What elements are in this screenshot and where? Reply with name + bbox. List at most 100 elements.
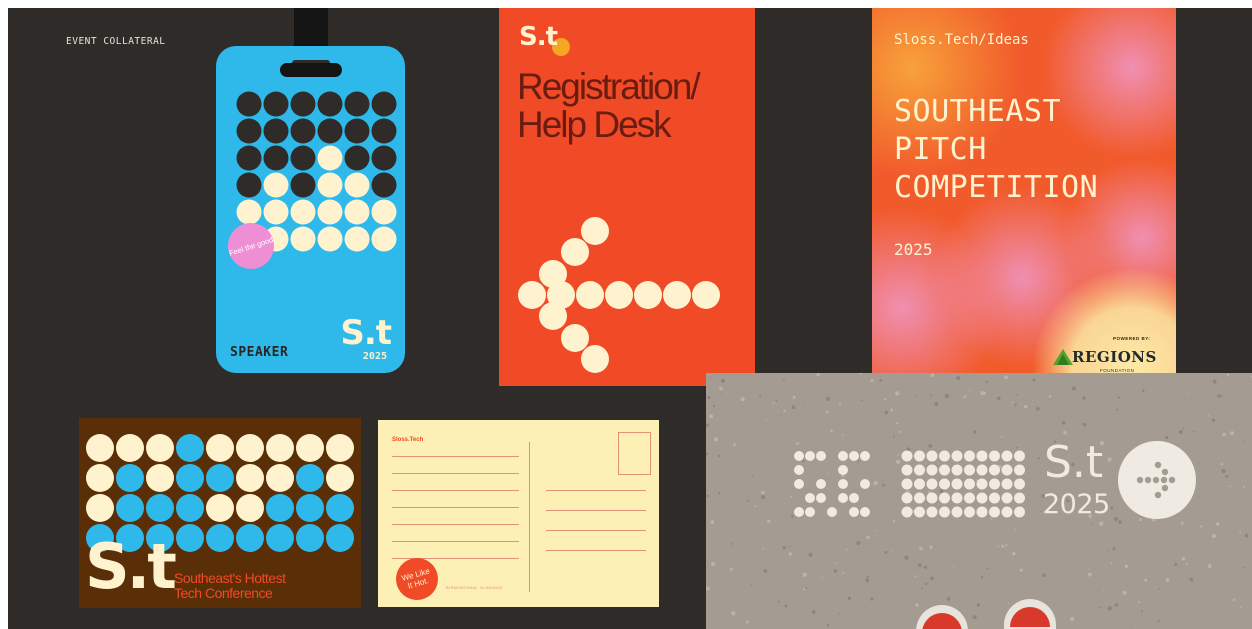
stencil-dot [901, 492, 913, 504]
stencil-dot [860, 507, 870, 517]
stencil-dot [989, 478, 1000, 490]
stencil-dot [914, 506, 925, 518]
stencil-dot [976, 478, 988, 490]
postcard-dot [296, 494, 324, 522]
stencil-dot [838, 479, 848, 489]
postcard-dot [86, 494, 114, 522]
postcard-dot [326, 524, 354, 552]
postcard-tagline: Southeast's Hottest Tech Conference [174, 571, 286, 601]
postcard-dot [86, 434, 114, 462]
stencil-dot [914, 464, 925, 476]
stencil-dot [1001, 464, 1013, 476]
stencil-dot [794, 507, 804, 517]
stencil-dot [794, 451, 804, 461]
badge-logo: S.t [340, 313, 392, 353]
postcard-dot [266, 524, 294, 552]
badge-dot [263, 172, 289, 198]
stencil-dot [964, 478, 975, 490]
stencil-dot [964, 506, 975, 518]
postcard-logo: S.t [85, 530, 177, 603]
postcard-dot [326, 434, 354, 462]
speaker-badge: Feel the good SPEAKER S.t 2025 [216, 46, 405, 373]
badge-dot [317, 199, 343, 225]
postcard-dot [266, 494, 294, 522]
section-label: EVENT COLLATERAL [66, 36, 166, 47]
badge-dot [290, 145, 316, 171]
stencil-dot [901, 506, 913, 518]
stencil-dot [805, 507, 815, 517]
stencil-dot [1001, 492, 1013, 504]
stencil-dot [951, 464, 963, 476]
badge-dot [371, 199, 397, 225]
badge-dot [371, 172, 397, 198]
badge-dot [317, 118, 343, 144]
badge-dot [290, 226, 316, 252]
tagline-line2: Tech Conference [174, 585, 273, 601]
badge-dot [344, 118, 370, 144]
stencil-dot [939, 478, 950, 490]
badge-dot [263, 145, 289, 171]
registration-poster: S.t Registration/ Help Desk [499, 8, 755, 386]
cream-postcard: Sloss.Tech We Like It Hot. BIRMINGHAM, A… [378, 420, 659, 607]
badge-dot [236, 145, 262, 171]
stencil-dot [838, 451, 848, 461]
badge-dot [236, 199, 262, 225]
stencil-dot [939, 492, 950, 504]
postcard-dot [236, 464, 264, 492]
badge-dot [371, 145, 397, 171]
badge-dot [371, 118, 397, 144]
badge-dot [344, 91, 370, 117]
badge-dot [344, 199, 370, 225]
stencil-dot [976, 464, 988, 476]
badge-dot [236, 118, 262, 144]
stencil-dot [976, 492, 988, 504]
postcard-dot [116, 434, 144, 462]
stencil-dot [1014, 450, 1025, 462]
postcard-dot [206, 494, 234, 522]
badge-dot [317, 172, 343, 198]
postcard-dot [176, 464, 204, 492]
collateral-showcase: EVENT COLLATERAL Feel the good SPEAKER S… [8, 8, 1252, 629]
stamp-box [618, 432, 651, 475]
postcard-dot [86, 464, 114, 492]
postcard-dot [176, 524, 204, 552]
pitch-subtitle: Sloss.Tech/Ideas [894, 32, 1029, 48]
pitch-title-line2: PITCH [894, 132, 987, 167]
postcard-dot [236, 434, 264, 462]
badge-dot [290, 172, 316, 198]
badge-dot [263, 118, 289, 144]
postcard-dot [236, 494, 264, 522]
stencil-dot [816, 451, 826, 461]
brown-postcard: S.t Southeast's Hottest Tech Conference [79, 418, 361, 608]
stencil-dot [976, 506, 988, 518]
badge-dot [290, 91, 316, 117]
stencil-dot [939, 506, 950, 518]
stencil-dot [914, 492, 925, 504]
postcard-dot [176, 434, 204, 462]
stencil-dot [838, 493, 848, 503]
stencil-dot [989, 464, 1000, 476]
stencil-dot [1014, 506, 1025, 518]
stencil-dot [951, 450, 963, 462]
stencil-dot [816, 493, 826, 503]
badge-dot [236, 91, 262, 117]
badge-dot [236, 172, 262, 198]
sponsor-name: REGIONS [1072, 348, 1157, 366]
postcard-sticker: We Like It Hot. [391, 553, 443, 605]
postcard-dot [146, 464, 174, 492]
badge-dot [290, 199, 316, 225]
stencil-dot [849, 493, 859, 503]
postcard-brand: Sloss.Tech [392, 437, 424, 443]
stencil-dot [989, 506, 1000, 518]
postcard-dot [236, 524, 264, 552]
stencil-dot [1014, 492, 1025, 504]
stencil-dot [989, 450, 1000, 462]
stencil-dot [926, 478, 938, 490]
postcard-dot [176, 494, 204, 522]
stencil-dot [951, 506, 963, 518]
postcard-dot [116, 494, 144, 522]
badge-dot [344, 226, 370, 252]
postcard-divider [529, 442, 530, 592]
badge-dot [290, 118, 316, 144]
postcard-dot [206, 434, 234, 462]
